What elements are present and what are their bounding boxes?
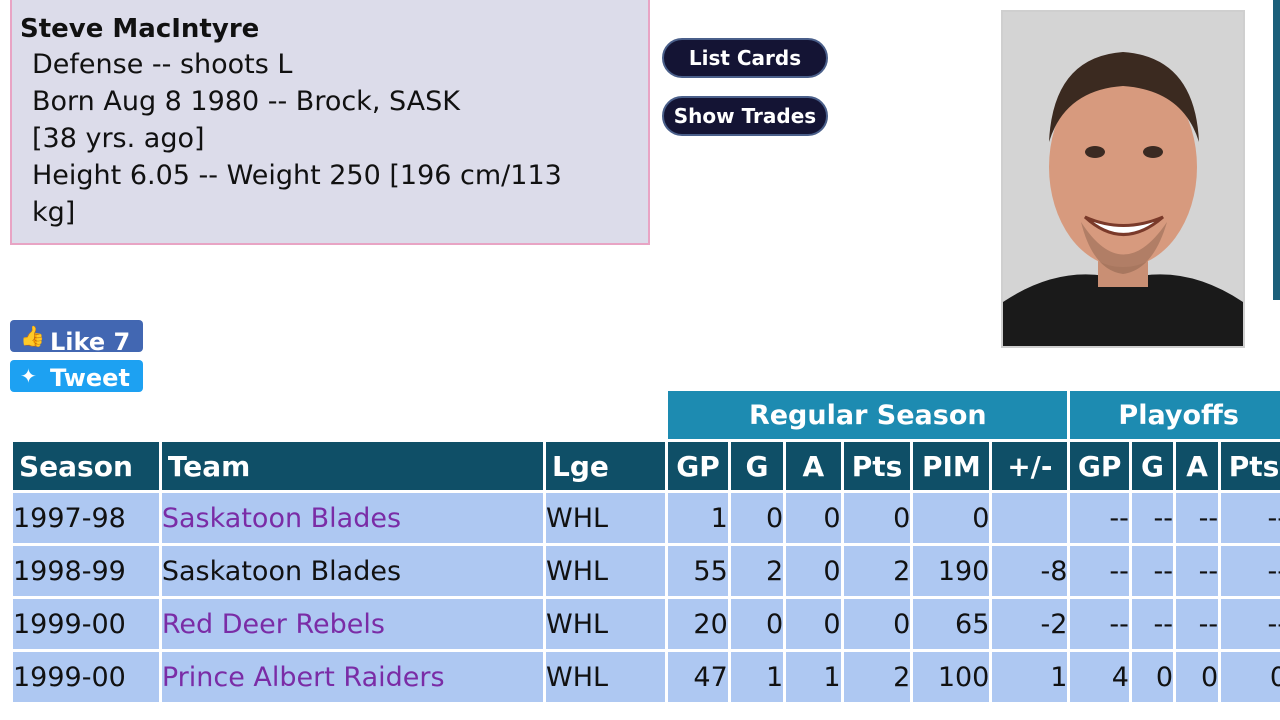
cell-playoff-assists: -- bbox=[1176, 599, 1219, 649]
col-league[interactable]: Lge bbox=[546, 442, 666, 490]
cell-goals: 0 bbox=[730, 493, 784, 543]
cell-team: Red Deer Rebels bbox=[161, 599, 544, 649]
cell-playoff-gp: -- bbox=[1070, 493, 1129, 543]
page-edge-decoration bbox=[1262, 0, 1280, 380]
player-born: Born Aug 8 1980 -- Brock, SASK bbox=[32, 86, 460, 117]
group-header-spacer bbox=[13, 391, 665, 439]
cell-season: 1998-99 bbox=[13, 546, 159, 596]
cell-pim: 100 bbox=[913, 652, 990, 702]
player-position: Defense -- shoots L bbox=[32, 49, 293, 80]
cell-plus-minus: -8 bbox=[992, 546, 1068, 596]
cell-pim: 190 bbox=[913, 546, 990, 596]
cell-assists: 0 bbox=[786, 493, 841, 543]
col-points[interactable]: Pts bbox=[843, 442, 911, 490]
col-gp[interactable]: GP bbox=[668, 442, 728, 490]
cell-playoff-gp: 4 bbox=[1070, 652, 1129, 702]
cell-team: Prince Albert Raiders bbox=[161, 652, 544, 702]
cell-playoff-goals: -- bbox=[1131, 546, 1174, 596]
player-height-weight-cont: kg] bbox=[32, 197, 76, 228]
cell-playoff-points: 0 bbox=[1221, 652, 1280, 702]
cell-playoff-points: -- bbox=[1221, 493, 1280, 543]
cell-playoff-goals: 0 bbox=[1131, 652, 1174, 702]
playoffs-header: Playoffs bbox=[1070, 391, 1280, 439]
table-row: 1999-00 Red Deer Rebels WHL 20 0 0 0 65 … bbox=[13, 599, 1280, 649]
cell-pim: 65 bbox=[913, 599, 990, 649]
list-cards-button[interactable]: List Cards bbox=[662, 38, 828, 78]
table-row: 1997-98 Saskatoon Blades WHL 1 0 0 0 0 -… bbox=[13, 493, 1280, 543]
col-playoff-goals[interactable]: G bbox=[1131, 442, 1174, 490]
team-name: Saskatoon Blades bbox=[161, 555, 402, 587]
cell-team: Saskatoon Blades bbox=[161, 546, 544, 596]
cell-season: 1999-00 bbox=[13, 599, 159, 649]
cell-gp: 20 bbox=[668, 599, 728, 649]
cell-league: WHL bbox=[546, 546, 666, 596]
cell-season: 1997-98 bbox=[13, 493, 159, 543]
cell-league: WHL bbox=[546, 599, 666, 649]
cell-pim: 0 bbox=[913, 493, 990, 543]
table-row: 1998-99 Saskatoon Blades WHL 55 2 0 2 19… bbox=[13, 546, 1280, 596]
cell-plus-minus: 1 bbox=[992, 652, 1068, 702]
regular-season-header: Regular Season bbox=[668, 391, 1068, 439]
team-link[interactable]: Saskatoon Blades bbox=[162, 503, 401, 534]
cell-league: WHL bbox=[546, 493, 666, 543]
cell-playoff-points: -- bbox=[1221, 599, 1280, 649]
cell-assists: 0 bbox=[786, 546, 841, 596]
col-team[interactable]: Team bbox=[161, 442, 544, 490]
cell-playoff-assists: -- bbox=[1176, 493, 1219, 543]
cell-playoff-goals: -- bbox=[1131, 599, 1174, 649]
cell-goals: 1 bbox=[730, 652, 784, 702]
cell-points: 0 bbox=[843, 493, 911, 543]
cell-plus-minus bbox=[992, 493, 1068, 543]
cell-points: 2 bbox=[843, 652, 911, 702]
cell-goals: 0 bbox=[730, 599, 784, 649]
col-season[interactable]: Season bbox=[13, 442, 159, 490]
group-header-row: Regular Season Playoffs bbox=[13, 391, 1280, 439]
player-headshot-image bbox=[1003, 12, 1243, 346]
cell-playoff-assists: -- bbox=[1176, 546, 1219, 596]
thumbs-up-icon: 👍 bbox=[20, 324, 45, 348]
twitter-bird-icon: ✦ bbox=[20, 364, 37, 388]
cell-team: Saskatoon Blades bbox=[161, 493, 544, 543]
cell-playoff-points: -- bbox=[1221, 546, 1280, 596]
cell-playoff-goals: -- bbox=[1131, 493, 1174, 543]
cell-playoff-gp: -- bbox=[1070, 599, 1129, 649]
cell-season: 1999-00 bbox=[13, 652, 159, 702]
cell-gp: 55 bbox=[668, 546, 728, 596]
player-age: [38 yrs. ago] bbox=[32, 123, 205, 154]
cell-assists: 1 bbox=[786, 652, 841, 702]
like-label: Like 7 bbox=[50, 328, 131, 352]
cell-assists: 0 bbox=[786, 599, 841, 649]
team-link[interactable]: Prince Albert Raiders bbox=[162, 662, 445, 693]
cell-playoff-assists: 0 bbox=[1176, 652, 1219, 702]
team-link[interactable]: Red Deer Rebels bbox=[162, 609, 385, 640]
player-bio-box: Steve MacIntyre Defense -- shoots L Born… bbox=[10, 0, 650, 245]
career-stats-table: Regular Season Playoffs Season Team Lge … bbox=[10, 388, 1280, 705]
cell-league: WHL bbox=[546, 652, 666, 702]
player-height-weight: Height 6.05 -- Weight 250 [196 cm/113 bbox=[32, 160, 562, 191]
cell-gp: 1 bbox=[668, 493, 728, 543]
cell-gp: 47 bbox=[668, 652, 728, 702]
col-assists[interactable]: A bbox=[786, 442, 841, 490]
column-header-row: Season Team Lge GP G A Pts PIM +/- GP G … bbox=[13, 442, 1280, 490]
col-goals[interactable]: G bbox=[730, 442, 784, 490]
cell-points: 0 bbox=[843, 599, 911, 649]
col-pim[interactable]: PIM bbox=[913, 442, 990, 490]
player-photo bbox=[1001, 10, 1245, 348]
cell-plus-minus: -2 bbox=[992, 599, 1068, 649]
col-plus-minus[interactable]: +/- bbox=[992, 442, 1068, 490]
col-playoff-points[interactable]: Pts bbox=[1221, 442, 1280, 490]
facebook-like-button[interactable]: 👍 Like 7 bbox=[10, 320, 143, 352]
cell-points: 2 bbox=[843, 546, 911, 596]
cell-playoff-gp: -- bbox=[1070, 546, 1129, 596]
col-playoff-gp[interactable]: GP bbox=[1070, 442, 1129, 490]
col-playoff-assists[interactable]: A bbox=[1176, 442, 1219, 490]
player-name: Steve MacIntyre bbox=[20, 14, 260, 44]
cell-goals: 2 bbox=[730, 546, 784, 596]
show-trades-button[interactable]: Show Trades bbox=[662, 96, 828, 136]
table-row: 1999-00 Prince Albert Raiders WHL 47 1 1… bbox=[13, 652, 1280, 702]
